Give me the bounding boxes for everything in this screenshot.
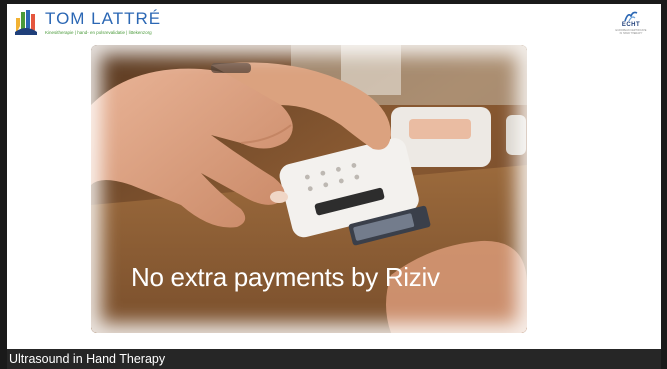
brand-name: TOM LATTRÉ xyxy=(45,9,162,28)
brand-tagline: Kinesitherapie | hand- en polsrevalidati… xyxy=(45,30,152,35)
echt-logo-icon xyxy=(624,11,638,22)
footer-title: Ultrasound in Hand Therapy xyxy=(9,352,166,366)
brand-logo: TOM LATTRÉ Kinesitherapie | hand- en pol… xyxy=(13,8,161,40)
partner-logo: ECHT EUROPEAN CERTIFICATE IN HAND THERAP… xyxy=(615,10,647,35)
partner-name: ECHT xyxy=(621,22,641,28)
slide-caption: No extra payments by Riziv xyxy=(131,262,440,292)
partner-subtitle: EUROPEAN CERTIFICATE IN HAND THERAPY xyxy=(615,29,647,35)
footer-bar: Ultrasound in Hand Therapy xyxy=(7,349,661,369)
slide: TOM LATTRÉ Kinesitherapie | hand- en pol… xyxy=(7,4,661,349)
hand-logo-icon xyxy=(13,8,39,36)
